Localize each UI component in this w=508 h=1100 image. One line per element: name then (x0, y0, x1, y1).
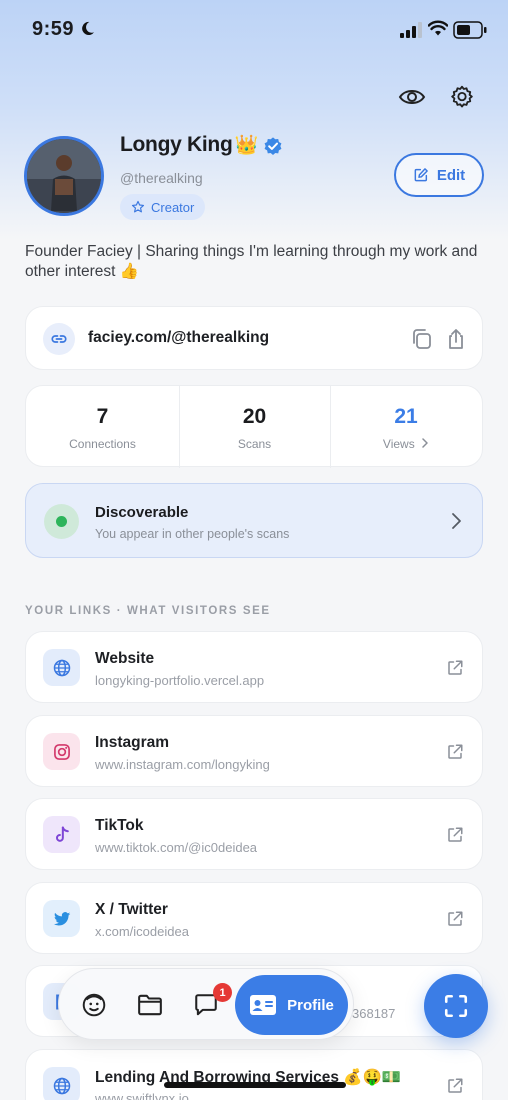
edit-icon (414, 168, 428, 182)
profile-handle: @therealking (120, 170, 203, 186)
stat-scans[interactable]: 20 Scans (179, 386, 330, 468)
share-icon[interactable] (444, 327, 468, 351)
link-title: TikTok (95, 817, 144, 834)
bottom-nav: 1 Profile (58, 968, 354, 1040)
profile-link-card[interactable]: faciey.com/@therealking (25, 306, 483, 370)
link-title: X / Twitter (95, 901, 168, 918)
tiktok-icon (43, 816, 80, 853)
instagram-icon (43, 733, 80, 770)
eye-icon (398, 90, 426, 104)
avatar[interactable] (24, 136, 104, 216)
creator-badge: Creator (120, 194, 206, 220)
profile-name: Longy King 👑 (120, 133, 258, 157)
stat-value: 7 (96, 405, 109, 428)
profile-url: faciey.com/@therealking (88, 329, 270, 346)
link-url: www.swiftlynx.io (95, 1091, 189, 1100)
profile-name-text: Longy King (120, 133, 233, 156)
folder-icon (138, 994, 162, 1016)
discoverable-subtitle: You appear in other people's scans (95, 527, 290, 541)
star-icon (131, 200, 145, 213)
link-row-twitter[interactable]: X / Twitter x.com/icodeidea (25, 882, 483, 954)
section-heading: YOUR LINKS · WHAT VISITORS SEE (25, 605, 271, 617)
nav-profile-label: Profile (287, 996, 334, 1014)
visibility-button[interactable] (397, 82, 427, 112)
stat-value: 21 (394, 405, 418, 428)
link-title: Instagram (95, 734, 170, 751)
link-url: www.instagram.com/longyking (95, 757, 270, 772)
settings-button[interactable] (447, 82, 477, 112)
nav-folder-button[interactable] (136, 991, 164, 1019)
link-url: 368187 (352, 1006, 396, 1021)
globe-icon (43, 1067, 80, 1100)
external-link-icon[interactable] (446, 1077, 464, 1095)
nav-profile-button[interactable]: Profile (235, 975, 348, 1035)
link-row-instagram[interactable]: Instagram www.instagram.com/longyking (25, 715, 483, 787)
stat-views[interactable]: 21 Views (330, 386, 482, 468)
stat-connections[interactable]: 7 Connections (26, 386, 179, 468)
link-url: longyking-portfolio.vercel.app (95, 673, 265, 688)
notification-badge: 1 (213, 983, 232, 1002)
battery-icon (453, 21, 487, 39)
chevron-right-icon (452, 513, 461, 529)
link-icon (43, 323, 75, 355)
stat-label-row: Views (330, 437, 482, 451)
wifi-icon (428, 20, 448, 36)
crown-emoji: 👑 (234, 135, 258, 156)
link-title: Website (95, 650, 155, 667)
stat-label: Scans (237, 437, 272, 451)
external-link-icon[interactable] (446, 910, 464, 928)
profile-bio: Founder Faciey | Sharing things I'm lear… (25, 243, 478, 280)
green-dot-icon (56, 516, 67, 527)
verified-badge-icon (264, 137, 282, 155)
cellular-signal-icon (400, 22, 422, 38)
avatar-photo (27, 139, 101, 213)
external-link-icon[interactable] (446, 826, 464, 844)
discoverable-card[interactable]: Discoverable You appear in other people'… (25, 483, 483, 558)
nav-face-button[interactable] (80, 991, 108, 1019)
face-icon (82, 993, 106, 1017)
twitter-icon (43, 900, 80, 937)
status-indicator (44, 504, 79, 539)
stat-label: Connections (69, 437, 136, 451)
creator-badge-label: Creator (151, 199, 195, 215)
copy-icon[interactable] (410, 327, 434, 351)
link-url: www.tiktok.com/@ic0deidea (95, 840, 258, 855)
stats-card: 7 Connections 20 Scans 21 Views (25, 385, 483, 468)
edit-button-label: Edit (436, 166, 466, 184)
link-row-tiktok[interactable]: TikTok www.tiktok.com/@ic0deidea (25, 798, 483, 870)
chevron-right-icon (422, 438, 428, 448)
link-url: x.com/icodeidea (95, 924, 189, 939)
moon-icon (82, 21, 95, 36)
stat-value: 20 (242, 405, 267, 428)
stat-label: Views (382, 437, 415, 451)
link-row-lending[interactable]: Lending And Borrowing Services 💰🤑💵 www.s… (25, 1049, 483, 1100)
home-indicator (164, 1082, 346, 1088)
scan-icon (444, 994, 468, 1018)
globe-icon (43, 649, 80, 686)
edit-profile-button[interactable]: Edit (394, 153, 484, 197)
external-link-icon[interactable] (446, 743, 464, 761)
scan-button[interactable] (424, 974, 488, 1038)
status-bar: 9:59 (0, 0, 508, 60)
id-card-icon (250, 995, 277, 1015)
external-link-icon[interactable] (446, 659, 464, 677)
discoverable-title: Discoverable (95, 504, 189, 521)
status-time: 9:59 (32, 18, 75, 40)
gear-icon (451, 85, 473, 108)
link-row-website[interactable]: Website longyking-portfolio.vercel.app (25, 631, 483, 703)
